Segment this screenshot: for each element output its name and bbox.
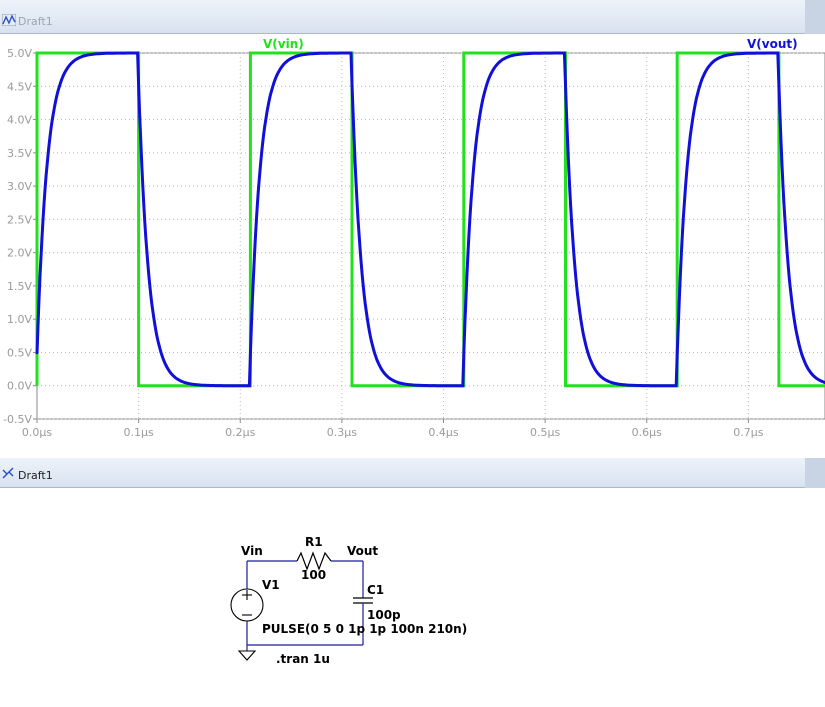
y-tick-label: 1.5V xyxy=(7,280,32,293)
ground-icon[interactable] xyxy=(237,650,257,661)
schematic-canvas[interactable]: Vin Vout R1 100 V1 PULSE(0 5 0 1p 1p 100… xyxy=(0,488,825,707)
waveform-window-title: Draft1 xyxy=(18,15,53,28)
waveform-plot[interactable]: 5.0V 4.5V 4.0V 3.5V 3.0V 2.5V 2.0V 1.5V 1.0V 0.5V… xyxy=(0,34,825,458)
waveform-icon xyxy=(2,14,16,26)
y-tick-label: 4.0V xyxy=(7,114,32,127)
y-tick-label: 4.5V xyxy=(7,80,32,93)
y-tick-label: 0.5V xyxy=(7,346,32,359)
schematic-window-border xyxy=(805,458,825,488)
y-tick-label: 5.0V xyxy=(7,47,32,60)
y-tick-label: 2.0V xyxy=(7,247,32,260)
x-tick-label: 0.3µs xyxy=(327,426,357,439)
y-tick-label: 3.5V xyxy=(7,147,32,160)
v1-name-label[interactable]: V1 xyxy=(262,578,280,592)
x-tick-label: 0.6µs xyxy=(632,426,662,439)
x-tick-label: 0.4µs xyxy=(428,426,458,439)
schematic-icon xyxy=(2,467,14,479)
c1-value-label[interactable]: 100p xyxy=(367,608,401,622)
voltage-source-v1-symbol[interactable] xyxy=(230,588,264,622)
net-label-vin[interactable]: Vin xyxy=(241,544,263,558)
waveform-window-titlebar[interactable]: Draft1 xyxy=(0,0,825,34)
r1-value-label[interactable]: 100 xyxy=(301,568,326,582)
legend-vin: V(vin) xyxy=(263,37,304,51)
schematic-window-titlebar[interactable]: Draft1 xyxy=(0,458,825,488)
legend-vout: V(vout) xyxy=(747,37,798,51)
schematic-window-title: Draft1 xyxy=(18,469,53,482)
x-tick-label: 0.5µs xyxy=(530,426,560,439)
x-tick-label: 0.2µs xyxy=(225,426,255,439)
plot-frame xyxy=(36,52,825,420)
v1-value-label[interactable]: PULSE(0 5 0 1p 1p 100n 210n) xyxy=(262,622,467,636)
y-tick-label: -0.5V xyxy=(3,413,32,426)
y-tick-label: 1.0V xyxy=(7,313,32,326)
resistor-r1-symbol[interactable] xyxy=(296,551,332,571)
x-tick-label: 0.7µs xyxy=(733,426,763,439)
c1-name-label[interactable]: C1 xyxy=(367,583,384,597)
waveform-window-border xyxy=(805,0,825,34)
x-tick-label: 0.1µs xyxy=(124,426,154,439)
tran-directive[interactable]: .tran 1u xyxy=(276,652,330,666)
y-tick-label: 0.0V xyxy=(7,380,32,393)
r1-name-label[interactable]: R1 xyxy=(305,535,323,549)
y-tick-label: 3.0V xyxy=(7,180,32,193)
net-label-vout[interactable]: Vout xyxy=(347,544,378,558)
y-tick-label: 2.5V xyxy=(7,213,32,226)
x-tick-label: 0.0µs xyxy=(22,426,52,439)
